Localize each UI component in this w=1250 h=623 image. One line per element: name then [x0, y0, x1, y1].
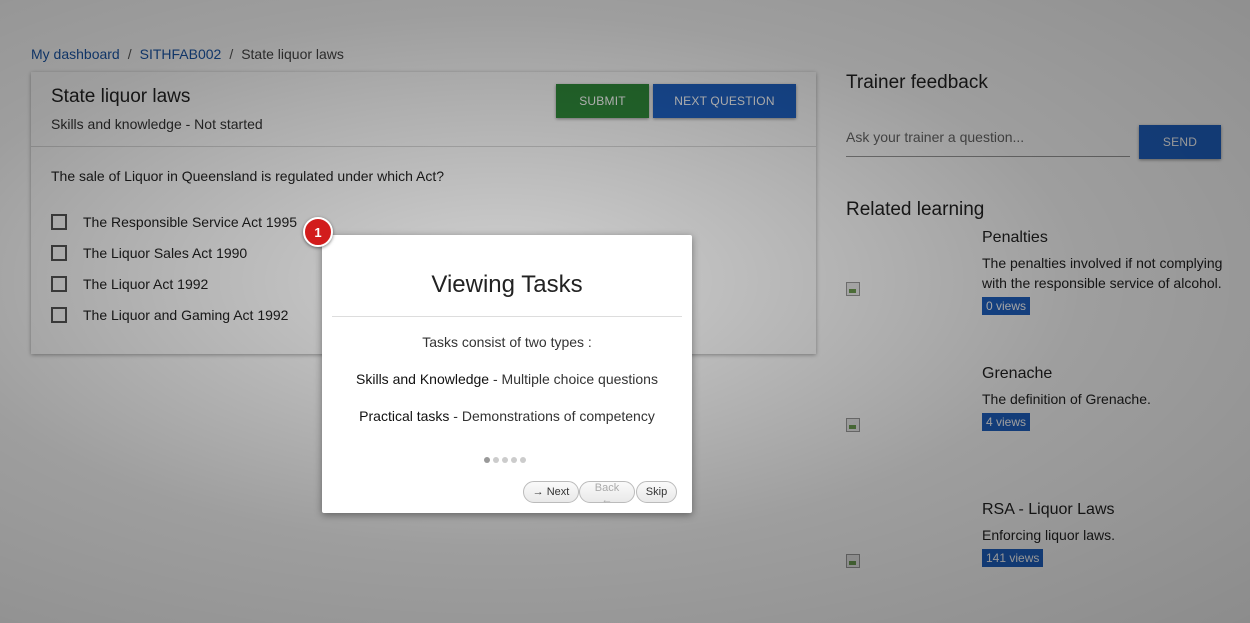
question-text: The sale of Liquor in Queensland is regu… — [51, 168, 445, 184]
send-button[interactable]: SEND — [1139, 125, 1221, 159]
tour-divider — [332, 316, 682, 317]
related-item-description: Enforcing liquor laws. — [982, 527, 1116, 543]
checkbox[interactable] — [51, 306, 67, 323]
tour-back-button[interactable]: Back ← — [579, 481, 635, 506]
tour-progress-dots — [484, 457, 526, 463]
related-item[interactable]: Penalties The penalties involved if not … — [846, 229, 1226, 329]
tour-title: Viewing Tasks — [431, 271, 583, 298]
related-item-description: The penalties involved if not complying … — [982, 255, 1223, 291]
tour-line-practical-rest: - Demonstrations of competency — [449, 408, 655, 424]
task-status: Skills and knowledge - Not started — [51, 116, 263, 132]
task-card-header: State liquor laws Skills and knowledge -… — [31, 72, 816, 147]
trainer-question-input[interactable] — [846, 118, 1130, 157]
tour-next-button[interactable]: → Next — [523, 481, 579, 503]
related-item[interactable]: RSA - Liquor Laws Enforcing liquor laws.… — [846, 501, 1226, 601]
breadcrumb-unit-link[interactable]: SITHFAB002 — [140, 46, 222, 62]
submit-button[interactable]: SUBMIT — [556, 84, 649, 118]
views-badge: 4 views — [982, 413, 1031, 431]
tour-intro: Tasks consist of two types : — [422, 334, 592, 350]
checkbox[interactable] — [51, 213, 67, 230]
tour-line-skills-bold: Skills and Knowledge — [356, 371, 490, 387]
tour-line-practical: Practical tasks - Demonstrations of comp… — [322, 408, 692, 424]
broken-image-icon[interactable] — [846, 418, 860, 432]
breadcrumb-separator: / — [127, 46, 132, 62]
tour-line-skills-rest: - Multiple choice questions — [489, 371, 658, 387]
tour-progress-dot[interactable] — [511, 457, 517, 463]
breadcrumb-dashboard-link[interactable]: My dashboard — [31, 46, 120, 62]
related-item[interactable]: Grenache The definition of Grenache. 4 v… — [846, 365, 1226, 465]
tour-popup: Viewing Tasks Tasks consist of two types… — [322, 235, 692, 513]
tour-step-badge: 1 — [303, 217, 333, 247]
breadcrumb-separator: / — [229, 46, 234, 62]
broken-image-icon[interactable] — [846, 282, 860, 296]
answer-options: The Responsible Service Act 1995 The Liq… — [51, 206, 297, 330]
checkbox[interactable] — [51, 244, 67, 261]
tour-progress-dot[interactable] — [502, 457, 508, 463]
breadcrumb: My dashboard / SITHFAB002 / State liquor law… — [31, 46, 344, 62]
broken-image-icon[interactable] — [846, 554, 860, 568]
tour-progress-dot[interactable] — [484, 457, 490, 463]
related-item-title[interactable]: RSA - Liquor Laws — [982, 501, 1115, 519]
tour-progress-dot[interactable] — [493, 457, 499, 463]
answer-option-label: The Liquor and Gaming Act 1992 — [83, 306, 289, 323]
views-badge: 141 views — [982, 549, 1044, 567]
answer-option-label: The Responsible Service Act 1995 — [83, 213, 298, 230]
answer-option[interactable]: The Liquor Act 1992 — [51, 268, 297, 299]
trainer-feedback-title: Trainer feedback — [846, 72, 988, 93]
tour-line-skills: Skills and Knowledge - Multiple choice q… — [322, 371, 692, 387]
answer-option-label: The Liquor Sales Act 1990 — [83, 244, 248, 261]
views-badge: 0 views — [982, 297, 1031, 315]
related-item-title[interactable]: Penalties — [982, 229, 1048, 247]
breadcrumb-current: State liquor laws — [241, 46, 344, 62]
tour-line-practical-bold: Practical tasks — [359, 408, 450, 424]
checkbox[interactable] — [51, 275, 67, 292]
answer-option[interactable]: The Liquor and Gaming Act 1992 — [51, 299, 297, 330]
related-item-title[interactable]: Grenache — [982, 365, 1052, 383]
tour-skip-button[interactable]: Skip — [636, 481, 677, 503]
tour-progress-dot[interactable] — [520, 457, 526, 463]
task-title: State liquor laws — [51, 86, 191, 107]
related-learning-title: Related learning — [846, 199, 985, 220]
answer-option[interactable]: The Liquor Sales Act 1990 — [51, 237, 297, 268]
answer-option[interactable]: The Responsible Service Act 1995 — [51, 206, 297, 237]
related-item-description: The definition of Grenache. — [982, 391, 1151, 407]
next-question-button[interactable]: NEXT QUESTION — [653, 84, 796, 118]
answer-option-label: The Liquor Act 1992 — [83, 275, 209, 292]
